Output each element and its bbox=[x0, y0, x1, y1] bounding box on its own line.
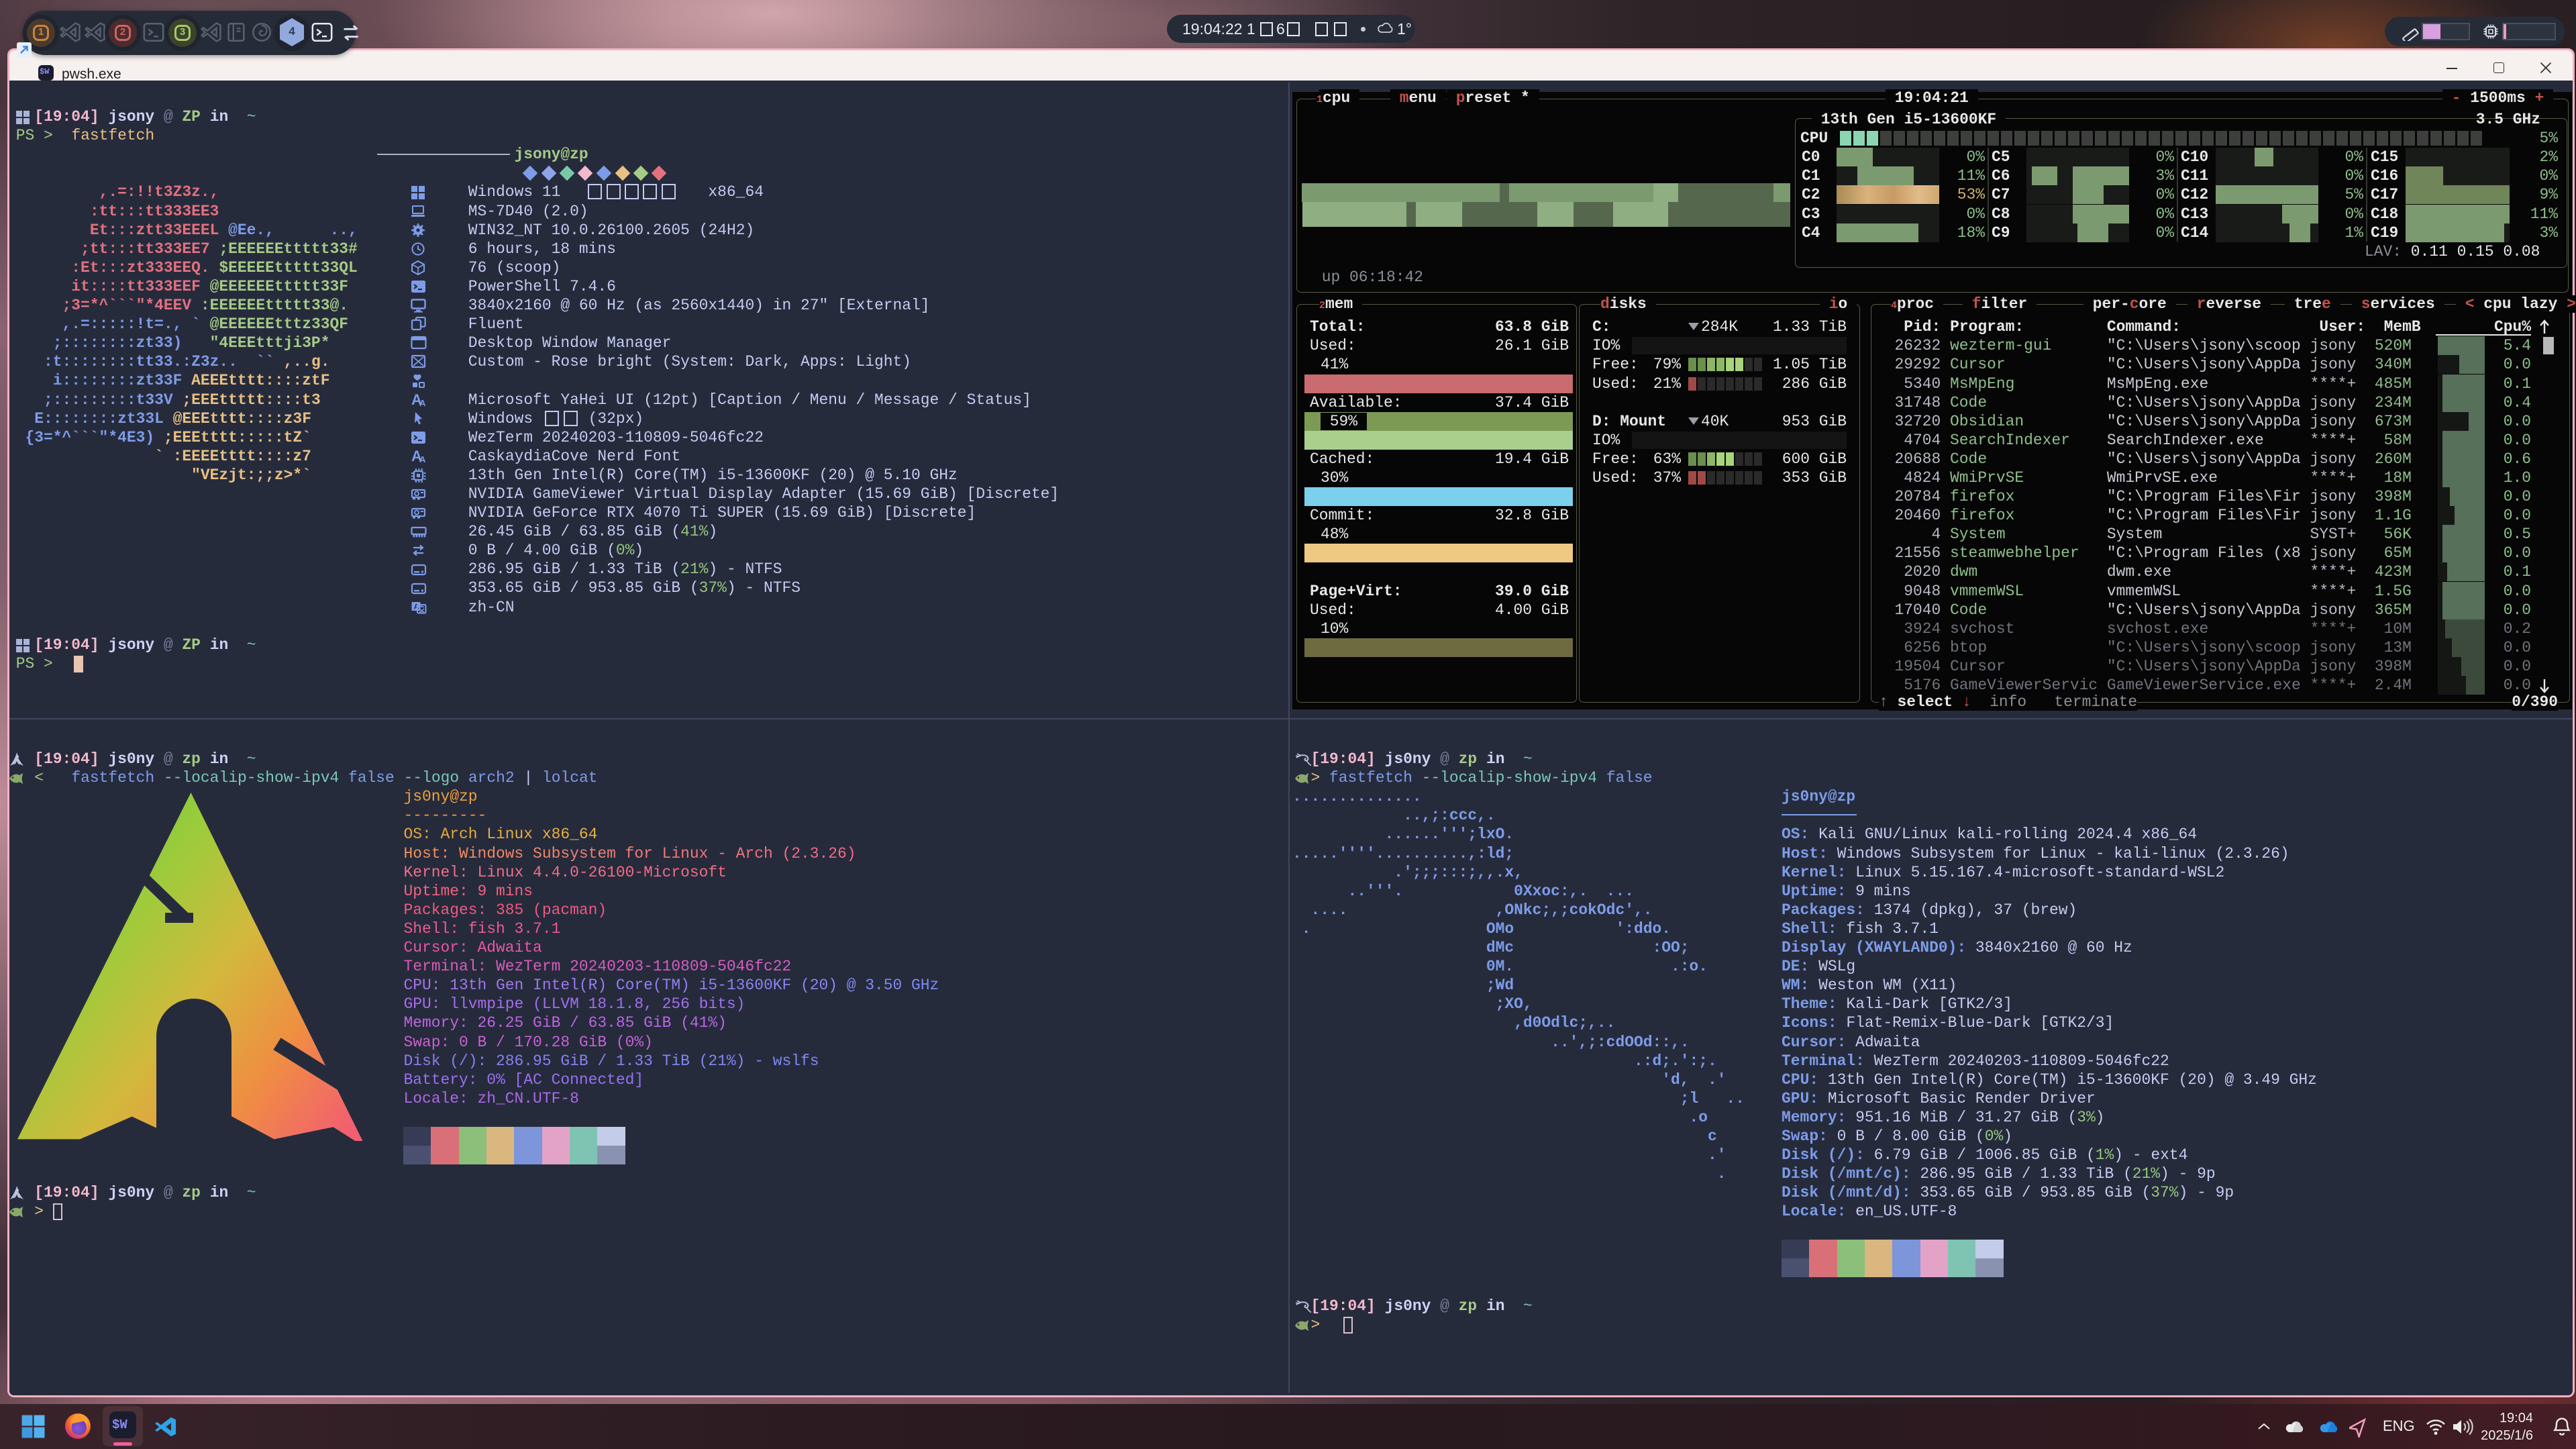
svg-text:A: A bbox=[419, 398, 426, 408]
svg-text:A: A bbox=[419, 454, 426, 464]
